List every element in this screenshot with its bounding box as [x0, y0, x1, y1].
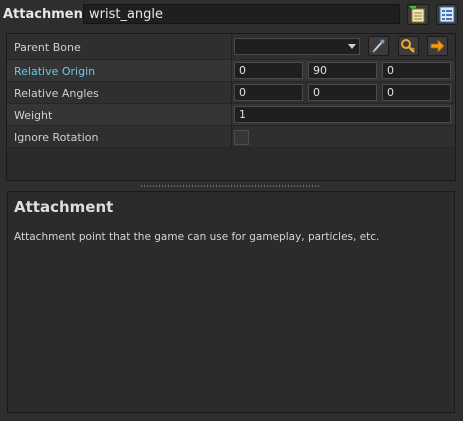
panel-splitter[interactable]	[6, 182, 456, 190]
pick-eyedropper-icon	[372, 39, 385, 53]
inspector-header: Attachment wrist_angle	[0, 0, 463, 30]
relative-origin-y-input[interactable]: 90	[308, 62, 377, 79]
description-panel: Attachment Attachment point that the gam…	[7, 191, 455, 413]
description-title: Attachment	[14, 198, 114, 216]
parent-bone-dropdown[interactable]	[234, 38, 360, 55]
key-search-icon	[401, 39, 415, 53]
new-sheet-icon	[410, 6, 425, 23]
properties-panel: Parent Bone Relative Origin 0 90 0 Relat…	[6, 33, 456, 181]
header-title: Attachment	[3, 7, 90, 22]
relative-angles-x-input[interactable]: 0	[234, 84, 303, 101]
property-label: Weight	[14, 109, 53, 122]
properties-list-button[interactable]	[436, 4, 458, 25]
property-label: Parent Bone	[14, 41, 81, 54]
go-to-bone-button[interactable]	[427, 36, 448, 56]
property-label: Relative Angles	[14, 87, 99, 100]
search-bone-button[interactable]	[398, 36, 419, 56]
chevron-down-icon	[348, 44, 356, 49]
description-text: Attachment point that the game can use f…	[14, 231, 380, 243]
relative-origin-x-input[interactable]: 0	[234, 62, 303, 79]
attachment-inspector-window: Attachment wrist_angle Parent Bone Relat…	[0, 0, 463, 421]
relative-origin-z-input[interactable]: 0	[382, 62, 451, 79]
column-divider[interactable]	[231, 34, 232, 148]
pick-bone-button[interactable]	[368, 36, 389, 56]
new-sheet-button[interactable]	[407, 4, 429, 25]
property-label: Relative Origin	[14, 65, 96, 78]
go-to-arrow-icon	[430, 39, 445, 53]
properties-list-icon	[439, 6, 455, 23]
relative-angles-z-input[interactable]: 0	[382, 84, 451, 101]
attachment-name-input[interactable]: wrist_angle	[83, 4, 400, 24]
property-label: Ignore Rotation	[14, 131, 99, 144]
relative-angles-y-input[interactable]: 0	[308, 84, 377, 101]
splitter-grip-icon	[141, 185, 321, 187]
ignore-rotation-checkbox[interactable]	[234, 130, 249, 145]
weight-input[interactable]: 1	[234, 106, 451, 123]
